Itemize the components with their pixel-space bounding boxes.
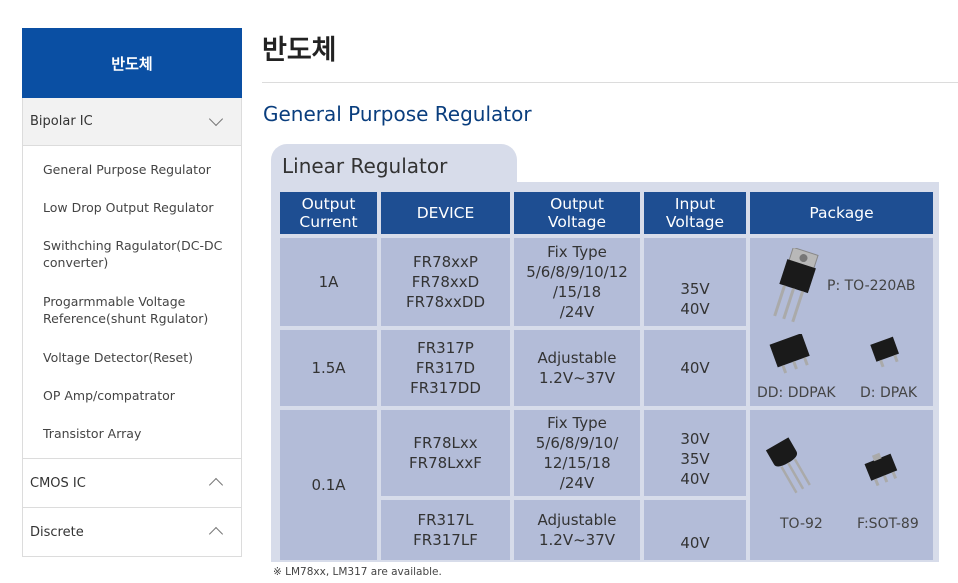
sidebar-item-label: General Purpose Regulator (43, 161, 211, 177)
section-title: General Purpose Regulator (263, 102, 532, 126)
sidebar: 반도체 Bipolar IC General Purpose Regulator… (22, 28, 242, 557)
regulator-spec-table: Output Current DEVICE Output Voltage Inp… (276, 188, 937, 564)
sidebar-section-bipolar: Bipolar IC General Purpose Regulator Low… (22, 98, 242, 459)
header-output-voltage: Output Voltage (514, 192, 640, 234)
cell-package-power: P: TO-220AB DD: DDPAK D: DPAK (750, 238, 933, 406)
chevron-up-icon (208, 477, 224, 493)
sidebar-item-low-drop-output-regulator[interactable]: Low Drop Output Regulator (23, 188, 241, 226)
cell-device: FR317L FR317LF (381, 500, 510, 560)
cell-input-voltage: 35V 40V (644, 238, 746, 326)
sidebar-item-switching-regulator[interactable]: Swithching Ragulator(DC-DC converter) (23, 226, 241, 282)
cell-output-voltage: Fix Type 5/6/8/9/10/ 12/15/18 /24V (514, 410, 640, 496)
sidebar-item-op-amp-comparator[interactable]: OP Amp/compatrator (23, 376, 241, 414)
sidebar-category-bipolar-ic[interactable]: Bipolar IC (23, 98, 241, 146)
header-input-voltage: Input Voltage (644, 192, 746, 234)
cell-current: 0.1A (280, 410, 377, 560)
package-label-dpak: D: DPAK (860, 385, 918, 401)
ddpak-package-icon (769, 334, 810, 374)
cell-device: FR78Lxx FR78LxxF (381, 410, 510, 496)
sidebar-category-cmos-ic[interactable]: CMOS IC (23, 459, 241, 507)
cell-package-small: TO-92 F:SOT-89 (750, 410, 933, 560)
header-output-current: Output Current (280, 192, 377, 234)
header-package: Package (750, 192, 933, 234)
sidebar-item-label: Swithching Ragulator(DC-DC converter) (43, 238, 223, 270)
cell-input-voltage: 30V 35V 40V (644, 410, 746, 496)
cell-current: 1.5A (280, 330, 377, 406)
chevron-up-icon (208, 526, 224, 542)
table-header-row: Output Current DEVICE Output Voltage Inp… (280, 192, 933, 234)
sidebar-header: 반도체 (22, 28, 242, 98)
cell-device: FR317P FR317D FR317DD (381, 330, 510, 406)
regulator-spec-panel: Linear Regulator Output Current DEVICE O… (271, 144, 939, 562)
sidebar-item-label: OP Amp/compatrator (43, 387, 175, 403)
sot89-package-icon (864, 452, 898, 487)
package-label-to220: P: TO-220AB (827, 278, 916, 294)
sidebar-category-label: Discrete (30, 524, 84, 540)
sidebar-section-cmos: CMOS IC (22, 459, 242, 508)
dpak-package-icon (870, 336, 899, 368)
to220-package-icon (773, 248, 819, 323)
header-device: DEVICE (381, 192, 510, 234)
sidebar-item-programmable-voltage-reference[interactable]: Progarmmable Voltage Reference(shunt Rgu… (23, 282, 241, 338)
sidebar-item-label: Transistor Array (43, 425, 142, 441)
cell-output-voltage: Adjustable 1.2V~37V (514, 330, 640, 406)
cell-current: 1A (280, 238, 377, 326)
sidebar-item-label: Low Drop Output Regulator (43, 199, 214, 215)
sidebar-section-discrete: Discrete (22, 508, 242, 557)
sidebar-category-label: CMOS IC (30, 475, 86, 491)
title-divider (262, 82, 958, 83)
sidebar-item-general-purpose-regulator[interactable]: General Purpose Regulator (23, 150, 241, 188)
sidebar-submenu: General Purpose Regulator Low Drop Outpu… (23, 146, 241, 458)
chevron-down-icon (208, 111, 224, 127)
sidebar-item-transistor-array[interactable]: Transistor Array (23, 414, 241, 452)
to92-package-icon (765, 437, 811, 494)
table-row: 0.1A FR78Lxx FR78LxxF Fix Type 5/6/8/9/1… (280, 410, 933, 560)
page-title: 반도체 (262, 35, 337, 66)
table-row: 1A FR78xxP FR78xxD FR78xxDD Fix Type 5/6… (280, 238, 933, 406)
footnote: ※ LM78xx, LM317 are available. (273, 566, 442, 578)
cell-input-voltage: 40V (644, 500, 746, 560)
package-label-ddpak: DD: DDPAK (757, 385, 836, 401)
cell-output-voltage: Fix Type 5/6/8/9/10/12 /15/18 /24V (514, 238, 640, 326)
cell-device: FR78xxP FR78xxD FR78xxDD (381, 238, 510, 326)
cell-input-voltage: 40V (644, 330, 746, 406)
sidebar-item-label: Progarmmable Voltage Reference(shunt Rgu… (43, 294, 209, 326)
sidebar-item-label: Voltage Detector(Reset) (43, 349, 193, 365)
sidebar-category-discrete[interactable]: Discrete (23, 508, 241, 556)
package-label-to92: TO-92 (780, 516, 823, 532)
sidebar-category-label: Bipolar IC (30, 114, 93, 129)
sidebar-item-voltage-detector[interactable]: Voltage Detector(Reset) (23, 338, 241, 376)
package-label-sot89: F:SOT-89 (857, 516, 919, 532)
cell-output-voltage: Adjustable 1.2V~37V (514, 500, 640, 560)
